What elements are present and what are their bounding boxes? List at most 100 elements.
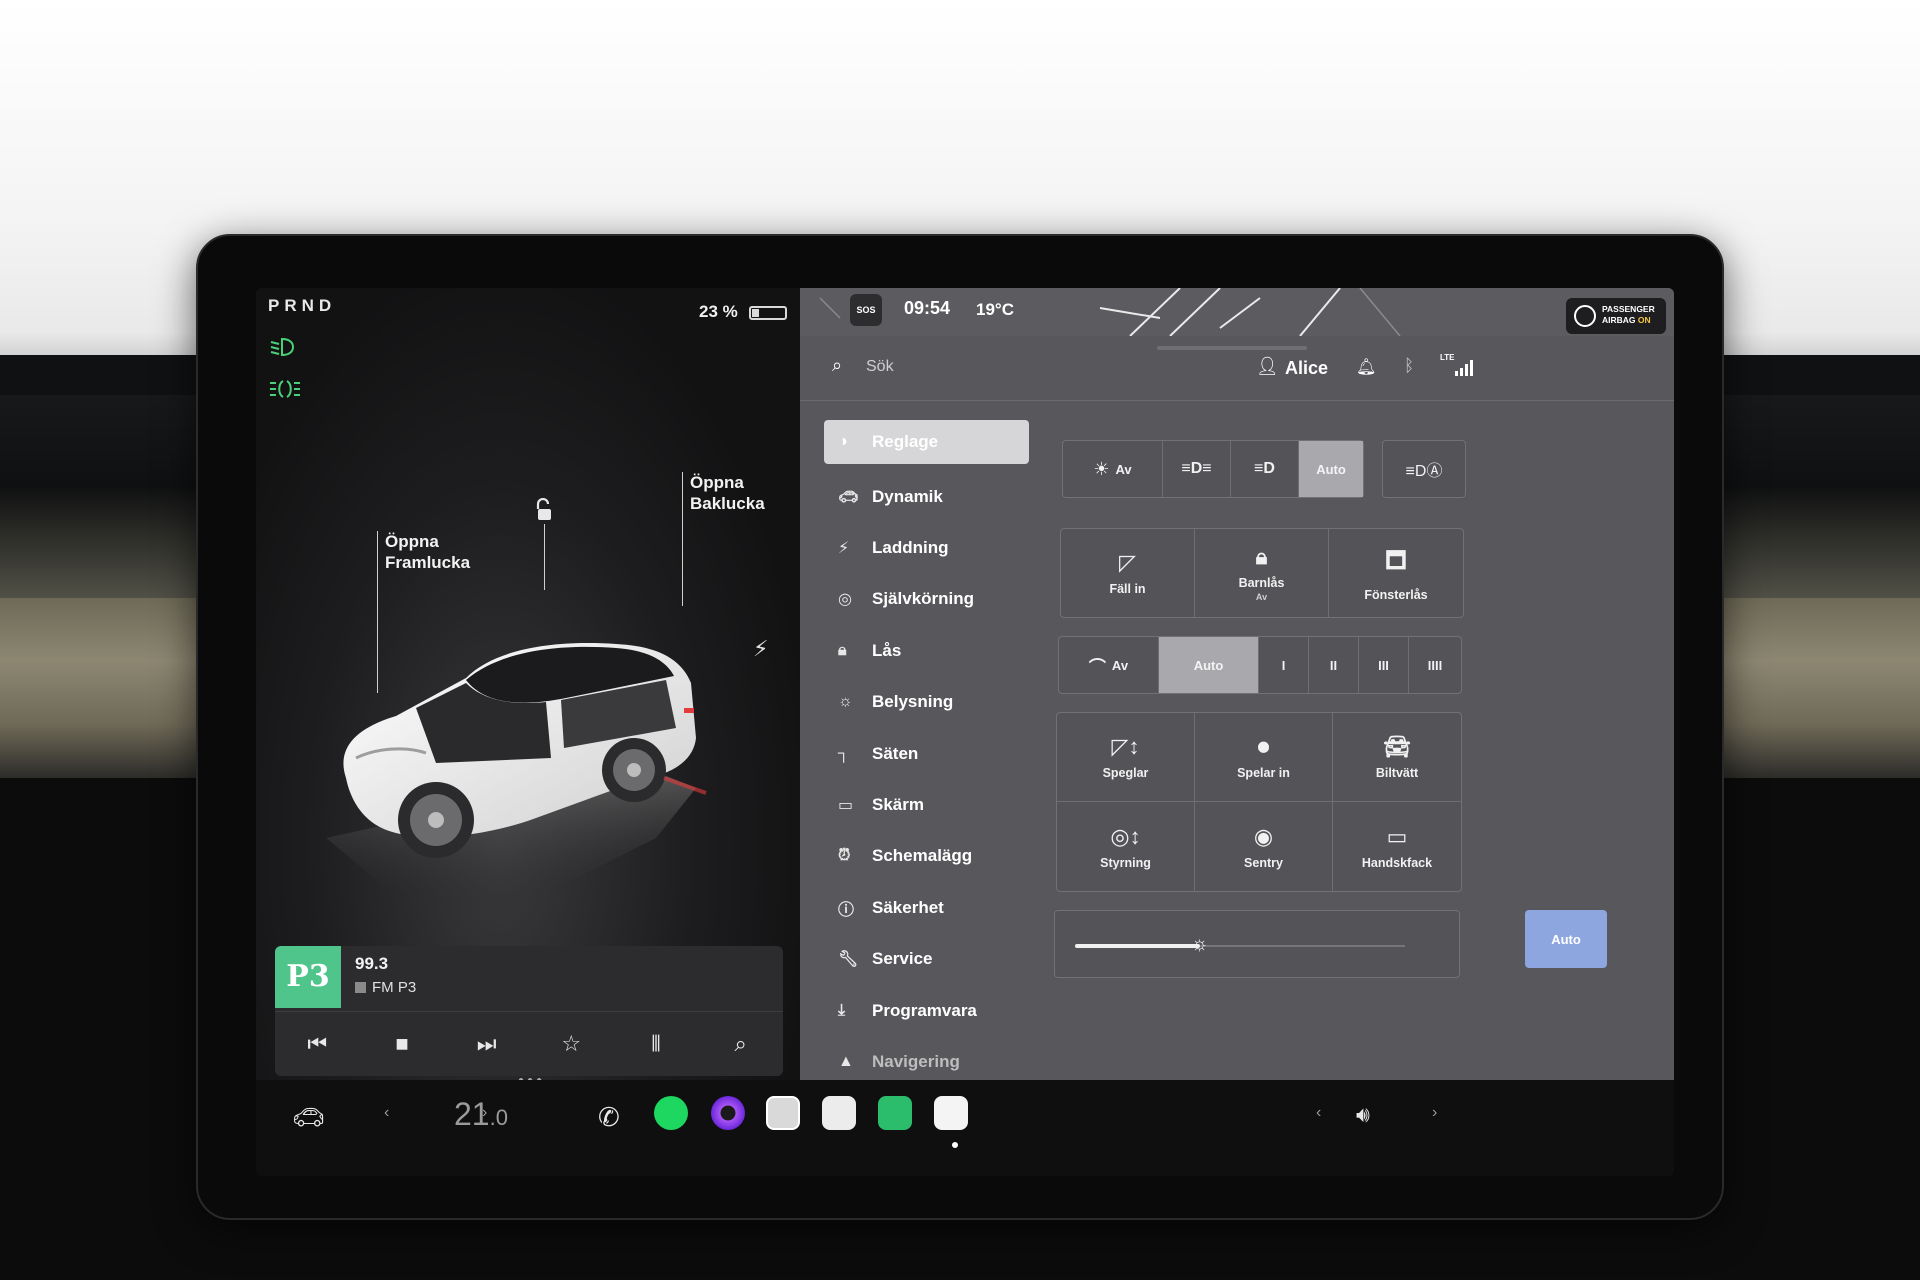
wiper-speed-2[interactable]: II <box>1309 637 1359 693</box>
notes-icon[interactable] <box>934 1096 968 1130</box>
wrench-icon: 🔧︎ <box>838 951 859 969</box>
lights-off-button[interactable]: ☀︎ Av <box>1063 441 1163 497</box>
parking-lights-button[interactable]: ≡D≡ <box>1163 441 1231 497</box>
wiper-speed-label: IIII <box>1427 657 1443 673</box>
auto-high-beam-button[interactable]: ≡DⒶ <box>1382 440 1466 498</box>
menu-item-programvara[interactable]: ⤓ Programvara <box>824 985 1029 1036</box>
car-icon[interactable]: 🚗︎ <box>292 1102 325 1133</box>
lights-auto-button[interactable]: Auto <box>1299 441 1363 497</box>
active-app-indicator <box>952 1142 958 1148</box>
save-mirrors-label: Spelar in <box>1237 766 1290 780</box>
menu-item-dynamik[interactable]: 🚗︎ Dynamik <box>824 471 1029 522</box>
wiper-speed-4[interactable]: IIII <box>1409 637 1461 693</box>
equalizer-icon[interactable]: ⫴ <box>636 1031 676 1057</box>
temp-up-chevron-icon[interactable]: › <box>482 1104 487 1122</box>
search-input[interactable]: Sök <box>866 358 894 376</box>
energy-app-icon[interactable] <box>878 1096 912 1130</box>
menu-item-service[interactable]: 🔧︎ Service <box>824 934 1029 985</box>
car-wash-button[interactable]: 🚘︎ Biltvätt <box>1333 713 1461 802</box>
low-beam-icon: ≡D <box>1254 460 1275 477</box>
bluetooth-icon[interactable]: ᛒ <box>1404 356 1414 376</box>
menu-label: Laddning <box>872 538 949 558</box>
window-lock-label: Fönsterlås <box>1364 588 1428 602</box>
volume-icon[interactable]: 🔊︎ <box>1356 1102 1370 1128</box>
car-wash-label: Biltvätt <box>1375 766 1419 780</box>
wiper-speed-1[interactable]: I <box>1259 637 1309 693</box>
menu-item-sakerhet[interactable]: ⓘ Säkerhet <box>824 882 1029 933</box>
favorite-star-icon[interactable]: ☆ <box>551 1031 591 1057</box>
dashcam-save-button[interactable]: ⏺︎ Spelar in <box>1195 713 1333 802</box>
wiper-speed-3[interactable]: III <box>1359 637 1409 693</box>
airbag-prefix: AIRBAG <box>1602 315 1636 325</box>
temp-down-chevron-icon[interactable]: ‹ <box>384 1104 389 1122</box>
wipers-auto-button[interactable]: Auto <box>1159 637 1259 693</box>
station-logo: P3 <box>275 946 341 1008</box>
brightness-sun-icon[interactable]: ☼ <box>1190 933 1208 956</box>
steering-wheel-icon: ◎↕ <box>1110 823 1141 849</box>
menu-label: Lås <box>872 640 902 660</box>
spotify-icon[interactable] <box>654 1096 688 1130</box>
brightness-slider[interactable] <box>1075 944 1405 948</box>
volume-down-chevron-icon[interactable]: ‹ <box>1316 1104 1321 1122</box>
map-preview[interactable]: SOS 09:54 19°C PASSENGER AIRBAG ON <box>800 288 1674 336</box>
next-track-icon[interactable]: ⏭ <box>467 1031 507 1057</box>
wiper-icon: ⌒ <box>1088 657 1106 677</box>
menu-item-saten[interactable]: ┐ Säten <box>824 728 1029 779</box>
sentry-button[interactable]: ◉ Sentry <box>1195 802 1333 891</box>
fold-mirrors-button[interactable]: ◸ Fäll in <box>1061 529 1195 617</box>
menu-item-reglage[interactable]: ◑ Reglage <box>824 420 1029 464</box>
airbag-state: ON <box>1637 315 1651 325</box>
volume-up-chevron-icon[interactable]: › <box>1432 1104 1437 1122</box>
low-beam-button[interactable]: ≡D <box>1231 441 1299 497</box>
child-lock-button[interactable]: 🔒︎ Barnlås Av <box>1195 529 1329 617</box>
stop-icon[interactable]: ■ <box>382 1031 422 1057</box>
toybox-icon[interactable] <box>766 1096 800 1130</box>
menu-item-schemalagg[interactable]: ⏰︎ Schemalägg <box>824 831 1029 882</box>
trunk-label-line1: Öppna <box>690 473 744 492</box>
wipers-off-button[interactable]: ⌒ Av <box>1059 637 1159 693</box>
brightness-slider-fill <box>1075 944 1201 948</box>
child-lock-state: Av <box>1255 592 1268 602</box>
glovebox-button[interactable]: ▭ Handskfack <box>1333 802 1461 891</box>
toggle-icon: ◑ <box>838 433 848 450</box>
glovebox-icon: ▭ <box>1386 823 1408 849</box>
child-lock-icon: 🔒︎ <box>1255 544 1268 569</box>
outside-temperature: 19°C <box>976 300 1014 319</box>
sos-button[interactable]: SOS <box>850 294 882 326</box>
camera-icon[interactable] <box>711 1096 745 1130</box>
menu-label: Säten <box>872 743 919 763</box>
media-search-icon[interactable]: ⌕ <box>721 1031 761 1057</box>
steering-adjust-button[interactable]: ◎↕ Styrning <box>1057 802 1195 891</box>
user-icon[interactable]: 👤︎ <box>1256 356 1279 377</box>
cabin-temperature[interactable]: 21.0 <box>454 1096 508 1133</box>
menu-item-belysning[interactable]: ☼ Belysning <box>824 677 1029 728</box>
menu-item-skarm[interactable]: ▭ Skärm <box>824 779 1029 830</box>
battery-percent: 23 % <box>699 302 738 321</box>
dashcam-icon: ⏺︎ <box>1257 734 1269 759</box>
lte-label: LTE <box>1440 353 1455 362</box>
mirrors-label: Speglar <box>1102 766 1149 780</box>
steering-wheel-icon: ◎ <box>838 591 852 609</box>
window-lock-button[interactable]: 🗖︎ Fönsterlås <box>1329 529 1463 617</box>
menu-item-laddning[interactable]: ⚡︎ Laddning <box>824 522 1029 573</box>
previous-track-icon[interactable]: ⏮ <box>297 1031 337 1057</box>
unlock-icon[interactable] <box>533 497 555 520</box>
mirrors-adjust-button[interactable]: ◸↕ Speglar <box>1057 713 1195 802</box>
calendar-icon[interactable] <box>822 1096 856 1130</box>
phone-icon[interactable]: ✆ <box>598 1102 620 1133</box>
menu-item-sjalvkorning[interactable]: ◎ Självkörning <box>824 574 1029 625</box>
wiper-speed-label: I <box>1281 657 1286 673</box>
wiper-speed-label: III <box>1378 657 1389 673</box>
airbag-icon <box>1574 305 1596 327</box>
radio-icon <box>355 982 366 993</box>
brightness-auto-button[interactable]: Auto <box>1525 910 1607 968</box>
bolt-icon: ⚡︎ <box>838 540 850 558</box>
wiper-control: ⌒ Av Auto I II III IIII <box>1058 636 1462 694</box>
search-icon[interactable]: ⌕ <box>832 355 842 376</box>
open-frunk-button[interactable]: Öppna Framlucka <box>385 531 470 573</box>
open-trunk-button[interactable]: Öppna Baklucka <box>690 472 765 514</box>
charge-port-icon[interactable]: ⚡ <box>753 636 768 662</box>
menu-item-las[interactable]: 🔒︎ Lås <box>824 625 1029 676</box>
notification-bell-icon[interactable]: 🔔︎ <box>1356 357 1376 377</box>
user-profile[interactable]: Alice <box>1285 358 1328 379</box>
